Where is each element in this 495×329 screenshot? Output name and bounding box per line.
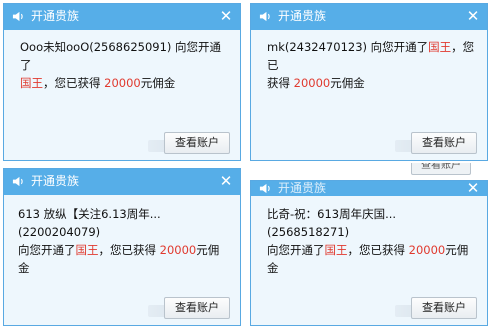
popup-titlebar: 开通贵族 ✕ bbox=[251, 181, 487, 196]
obscured-view-account-button[interactable]: 查看账户 bbox=[411, 163, 471, 175]
sender-text: mk(2432470123) 向您开通了 bbox=[267, 40, 429, 54]
message-line-2: 获得 20000元佣金 bbox=[267, 74, 477, 92]
popup-message: 613 放纵【关注6.13周年...(2200204079) 向您开通了国王，您… bbox=[18, 205, 230, 277]
popup-titlebar: 开通贵族 ✕ bbox=[251, 4, 487, 30]
notification-popup-1: 开通贵族 ✕ Ooo未知ooO(2568625091) 向您开通了 国王，您已获… bbox=[3, 3, 241, 161]
sender-text: 比奇-祝：613周年庆国...(2568518271) bbox=[267, 207, 397, 239]
commission-amount: 20000 bbox=[104, 76, 141, 90]
noble-rank: 国王 bbox=[75, 243, 99, 257]
popup-message: mk(2432470123) 向您开通了国王，您已 获得 20000元佣金 bbox=[267, 38, 477, 92]
message-mid: ，您已获得 bbox=[98, 243, 160, 257]
sender-text: Ooo未知ooO(2568625091) 向您开通了 bbox=[20, 40, 222, 72]
notification-popup-3: 开通贵族 ✕ 613 放纵【关注6.13周年...(2200204079) 向您… bbox=[3, 168, 241, 326]
message-line-2: 国王，您已获得 20000元佣金 bbox=[20, 74, 230, 92]
popup-message: 比奇-祝：613周年庆国...(2568518271) 向您开通了国王，您已获得… bbox=[267, 205, 477, 277]
speaker-icon bbox=[12, 176, 23, 187]
message-prefix: 向您开通了 bbox=[267, 243, 325, 257]
commission-amount: 20000 bbox=[293, 76, 331, 90]
close-icon[interactable]: ✕ bbox=[219, 9, 233, 24]
close-icon[interactable]: ✕ bbox=[466, 181, 480, 196]
view-account-button[interactable]: 查看账户 bbox=[411, 297, 477, 319]
view-account-button[interactable]: 查看账户 bbox=[164, 132, 230, 154]
message-prefix: 获得 bbox=[267, 76, 294, 90]
popup-titlebar: 开通贵族 ✕ bbox=[4, 4, 240, 30]
popup-title: 开通贵族 bbox=[278, 9, 327, 23]
message-mid: ，您已获得 bbox=[43, 76, 105, 90]
popup-title: 开通贵族 bbox=[278, 181, 327, 195]
noble-rank: 国王 bbox=[324, 243, 348, 257]
popup-title: 开通贵族 bbox=[31, 174, 80, 188]
view-account-button[interactable]: 查看账户 bbox=[164, 297, 230, 319]
message-line-2: 向您开通了国王，您已获得 20000元佣金 bbox=[267, 241, 477, 277]
commission-amount: 20000 bbox=[159, 243, 197, 257]
message-line-2: 向您开通了国王，您已获得 20000元佣金 bbox=[18, 241, 230, 277]
message-line-1: 613 放纵【关注6.13周年...(2200204079) bbox=[18, 205, 230, 241]
speaker-icon bbox=[259, 183, 270, 194]
message-line-1: Ooo未知ooO(2568625091) 向您开通了 bbox=[20, 38, 230, 74]
message-suffix: 元佣金 bbox=[330, 76, 365, 90]
speaker-icon bbox=[259, 11, 270, 22]
message-mid: ，您已获得 bbox=[347, 243, 409, 257]
commission-amount: 20000 bbox=[408, 243, 446, 257]
popup-message: Ooo未知ooO(2568625091) 向您开通了 国王，您已获得 20000… bbox=[20, 38, 230, 92]
view-account-button[interactable]: 查看账户 bbox=[411, 132, 477, 154]
noble-rank: 国王 bbox=[20, 76, 43, 90]
message-line-1: 比奇-祝：613周年庆国...(2568518271) bbox=[267, 205, 477, 241]
close-icon[interactable]: ✕ bbox=[219, 174, 233, 189]
popup-titlebar: 开通贵族 ✕ bbox=[4, 169, 240, 195]
popup-title: 开通贵族 bbox=[31, 9, 80, 23]
notification-popup-2: 开通贵族 ✕ mk(2432470123) 向您开通了国王，您已 获得 2000… bbox=[250, 3, 488, 161]
speaker-icon bbox=[12, 11, 23, 22]
notification-popup-4: 开通贵族 ✕ 比奇-祝：613周年庆国...(2568518271) 向您开通了… bbox=[250, 180, 488, 326]
close-icon[interactable]: ✕ bbox=[466, 9, 480, 24]
message-suffix: 元佣金 bbox=[140, 76, 176, 90]
message-line-1: mk(2432470123) 向您开通了国王，您已 bbox=[267, 38, 477, 74]
message-prefix: 向您开通了 bbox=[18, 243, 76, 257]
sender-text: 613 放纵【关注6.13周年...(2200204079) bbox=[18, 207, 161, 239]
noble-rank: 国王 bbox=[428, 40, 452, 54]
